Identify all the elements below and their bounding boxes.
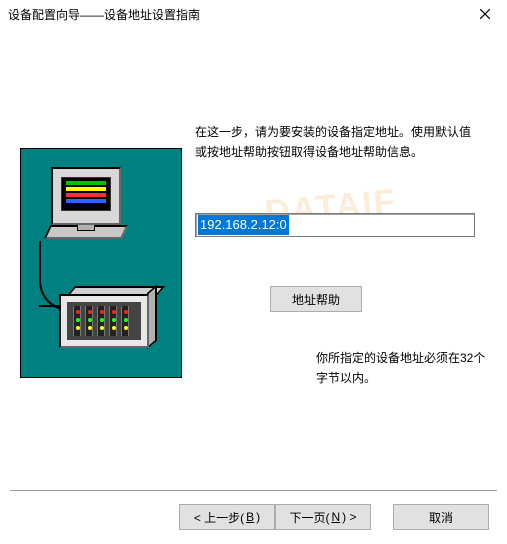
instruction-text: 在这一步，请为要安装的设备指定地址。使用默认值或按地址帮助按钮取得设备地址帮助信…: [195, 122, 475, 163]
cancel-label: 取消: [429, 509, 453, 526]
address-field-wrap: 192.168.2.12:0: [195, 213, 475, 237]
footer-separator: [10, 490, 497, 492]
window-title: 设备配置向导——设备地址设置指南: [8, 6, 467, 23]
close-button[interactable]: [467, 2, 503, 26]
constraint-hint: 你所指定的设备地址必须在32个字节以内。: [316, 348, 486, 389]
address-input-value: 192.168.2.12:0: [198, 215, 289, 235]
dialog-body: DATAIF: [0, 28, 507, 500]
address-help-label: 地址帮助: [292, 291, 340, 308]
wizard-illustration: [20, 148, 182, 378]
wizard-dialog: 设备配置向导——设备地址设置指南 DATAIF: [0, 0, 507, 544]
footer-buttons: < 上一步(B) 下一页(N) > 取消: [179, 504, 489, 530]
close-icon: [480, 9, 490, 19]
back-button[interactable]: < 上一步(B): [179, 504, 275, 530]
titlebar: 设备配置向导——设备地址设置指南: [0, 0, 507, 28]
cancel-button[interactable]: 取消: [393, 504, 489, 530]
next-button[interactable]: 下一页(N) >: [275, 504, 371, 530]
address-input[interactable]: 192.168.2.12:0: [195, 213, 475, 237]
address-help-button[interactable]: 地址帮助: [270, 286, 362, 312]
